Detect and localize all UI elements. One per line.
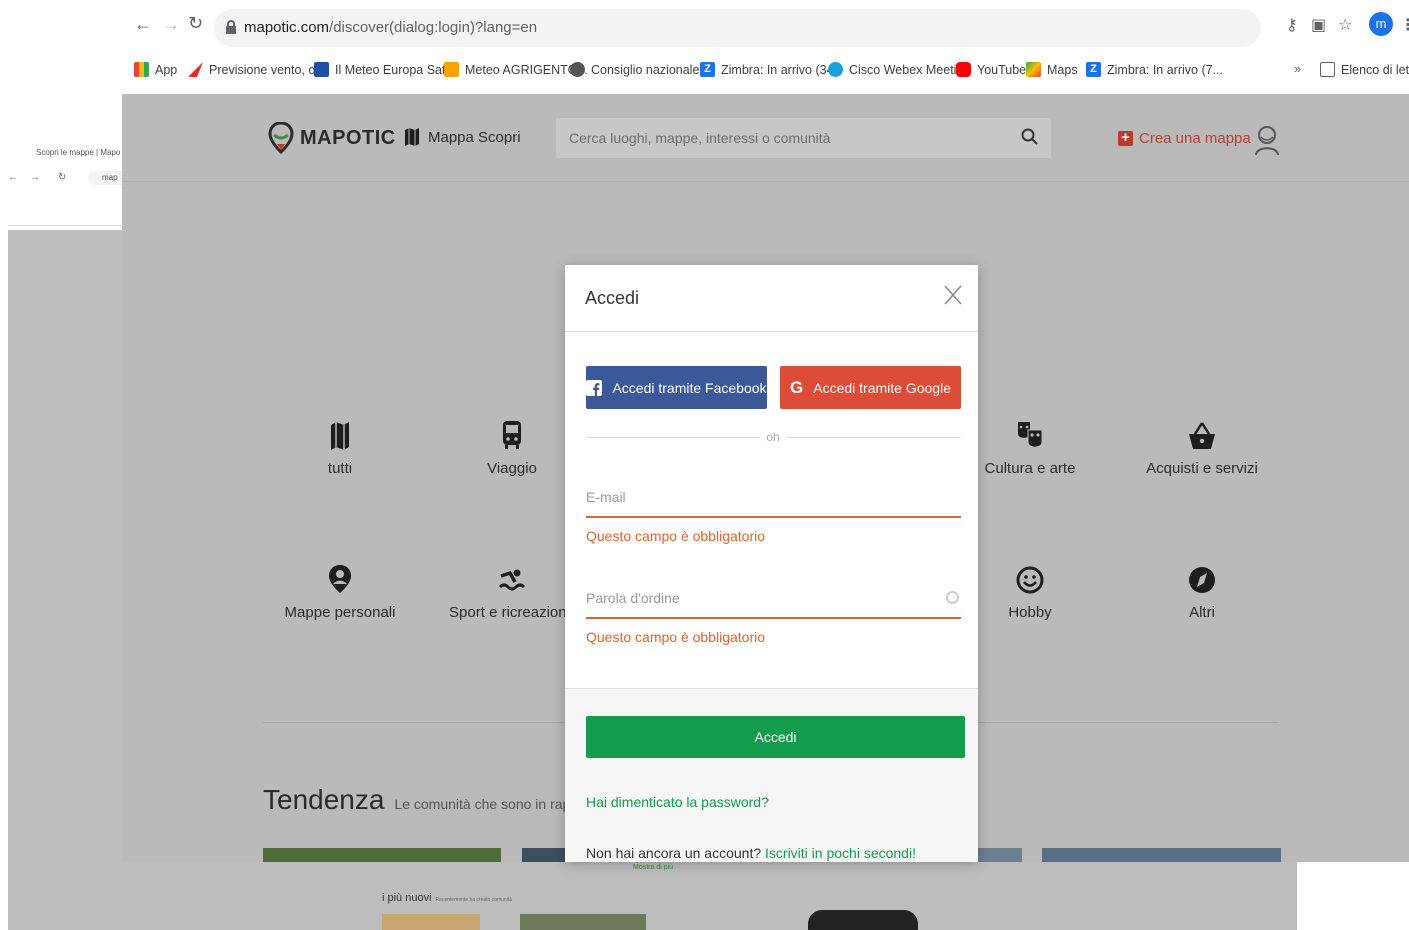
lock-icon xyxy=(226,20,236,34)
login-dialog: Accedi Accedi tramite Facebook G Accedi … xyxy=(565,265,978,862)
globe-favicon-icon xyxy=(570,62,585,77)
newest-thumbnail xyxy=(520,914,646,930)
bookmark-item[interactable]: Z Zimbra: In arrivo (34) xyxy=(700,62,838,77)
map-icon xyxy=(265,416,415,450)
show-password-icon[interactable] xyxy=(946,591,959,604)
bookmark-item[interactable]: YouTube xyxy=(956,62,1026,77)
map-pin-logo-icon xyxy=(268,122,294,154)
signup-prompt: Non hai ancora un account? Iscriviti in … xyxy=(586,845,916,861)
back-arrow-icon: ← xyxy=(8,172,18,183)
or-separator: oh xyxy=(760,430,786,444)
meteo-favicon-icon xyxy=(314,62,329,77)
key-icon[interactable]: ⚷ xyxy=(1286,15,1298,35)
category-personal-maps[interactable]: Mappe personali xyxy=(265,560,415,621)
category-shopping[interactable]: Acquisti e servizi xyxy=(1127,416,1277,477)
close-icon[interactable] xyxy=(942,284,964,306)
bookmarks-bar: App Previsione vento, o... Il Meteo Euro… xyxy=(122,56,1409,86)
translate-icon[interactable]: ▣ xyxy=(1311,15,1326,35)
maps-favicon-icon xyxy=(1026,62,1041,77)
reload-icon[interactable]: ↻ xyxy=(188,13,203,34)
bookmark-item[interactable]: Consiglio nazionale... xyxy=(570,62,710,77)
back-arrow-icon[interactable]: ← xyxy=(134,14,152,35)
category-all[interactable]: tutti xyxy=(265,416,415,477)
person-pin-icon xyxy=(265,560,415,594)
facebook-icon xyxy=(586,379,603,396)
reload-icon: ↻ xyxy=(58,172,67,183)
forward-arrow-icon: → xyxy=(30,172,40,183)
newest-section-title: i più nuovi Recentemente ha creato comuni… xyxy=(382,892,512,904)
email-input[interactable] xyxy=(586,478,961,516)
reading-list-icon xyxy=(1320,62,1335,77)
bookmark-item[interactable]: Meteo AGRIGENTO... xyxy=(444,62,588,77)
browser-toolbar: ← → ↻ mapotic.com/discover(dialog:login)… xyxy=(0,0,1409,56)
plus-icon: + xyxy=(1118,130,1133,146)
youtube-favicon-icon xyxy=(956,62,971,77)
address-bar[interactable]: mapotic.com/discover(dialog:login)?lang=… xyxy=(214,9,1261,47)
category-others[interactable]: Altri xyxy=(1127,560,1277,621)
apps-grid-icon xyxy=(134,62,149,77)
site-search xyxy=(556,118,1051,158)
compass-icon xyxy=(1127,560,1277,594)
webex-favicon-icon xyxy=(828,62,843,77)
community-thumbnail[interactable] xyxy=(978,848,1022,862)
community-thumbnail[interactable] xyxy=(522,848,566,862)
star-icon[interactable]: ☆ xyxy=(1338,15,1352,35)
site-header: MAPOTIC Mappa Scopri + Crea una mappa xyxy=(122,94,1409,182)
newest-thumbnail xyxy=(382,914,480,930)
forgot-password-link[interactable]: Hai dimenticato la password? xyxy=(586,794,769,810)
camera-icon xyxy=(808,910,918,930)
bookmark-item[interactable]: Previsione vento, o... xyxy=(188,62,326,77)
nav-discover-maps[interactable]: Mappa Scopri xyxy=(404,128,521,146)
zimbra-favicon-icon: Z xyxy=(1086,62,1101,77)
google-icon: G xyxy=(790,377,804,397)
community-thumbnail[interactable] xyxy=(263,848,501,862)
dialog-footer: Accedi Hai dimenticato la password? Non … xyxy=(565,688,978,862)
search-input[interactable] xyxy=(556,118,1016,158)
create-map-button[interactable]: + Crea una mappa xyxy=(1118,130,1251,147)
ghost-window-content xyxy=(8,230,122,930)
bookmark-item[interactable]: Il Meteo Europa Sat... xyxy=(314,62,456,77)
dialog-title: Accedi xyxy=(585,288,640,308)
email-error: Questo campo è obbligatorio xyxy=(586,528,765,544)
wind-favicon-icon xyxy=(188,62,203,77)
blank-area xyxy=(1297,862,1409,930)
search-icon[interactable] xyxy=(1021,128,1039,151)
ghost-page-content: Mostra di più i più nuovi Recentemente ha… xyxy=(8,862,1297,930)
facebook-login-button[interactable]: Accedi tramite Facebook xyxy=(586,366,767,409)
meteo-favicon-icon xyxy=(444,62,459,77)
password-input[interactable] xyxy=(586,579,961,617)
bookmark-app[interactable]: App xyxy=(134,62,177,77)
login-button[interactable]: Accedi xyxy=(586,716,965,758)
bookmark-item[interactable]: Z Zimbra: In arrivo (7... xyxy=(1086,62,1223,77)
url-text: mapotic.com/discover(dialog:login)?lang=… xyxy=(244,19,538,36)
email-field xyxy=(586,478,961,518)
google-login-button[interactable]: G Accedi tramite Google xyxy=(780,366,961,409)
zimbra-favicon-icon: Z xyxy=(700,62,715,77)
menu-dots-icon[interactable]: ⋮ xyxy=(1400,15,1409,35)
forward-arrow-icon[interactable]: → xyxy=(162,14,180,35)
bookmark-item[interactable]: Cisco Webex Meeti... xyxy=(828,62,967,77)
shopping-basket-icon xyxy=(1127,416,1277,450)
password-error: Questo campo è obbligatorio xyxy=(586,629,765,645)
show-more-link: Mostra di più xyxy=(633,864,674,871)
ghost-browser-tab: Scopri le mappe | Mapo xyxy=(10,140,122,164)
ghost-browser-toolbar: ← → ↻ map xyxy=(8,166,128,226)
reading-list-button[interactable]: Elenco di lettur xyxy=(1320,62,1409,77)
bookmarks-overflow-button[interactable]: » xyxy=(1294,62,1301,76)
user-avatar-icon[interactable] xyxy=(1253,124,1281,156)
password-field xyxy=(586,579,961,619)
mapotic-logo[interactable]: MAPOTIC xyxy=(268,122,396,154)
dialog-header: Accedi xyxy=(565,265,978,332)
signup-link[interactable]: Iscriviti in pochi secondi! xyxy=(765,845,916,861)
map-icon xyxy=(405,128,419,146)
bookmark-item[interactable]: Maps xyxy=(1026,62,1078,77)
profile-avatar[interactable]: m xyxy=(1369,12,1393,36)
community-thumbnail[interactable] xyxy=(1042,848,1281,862)
